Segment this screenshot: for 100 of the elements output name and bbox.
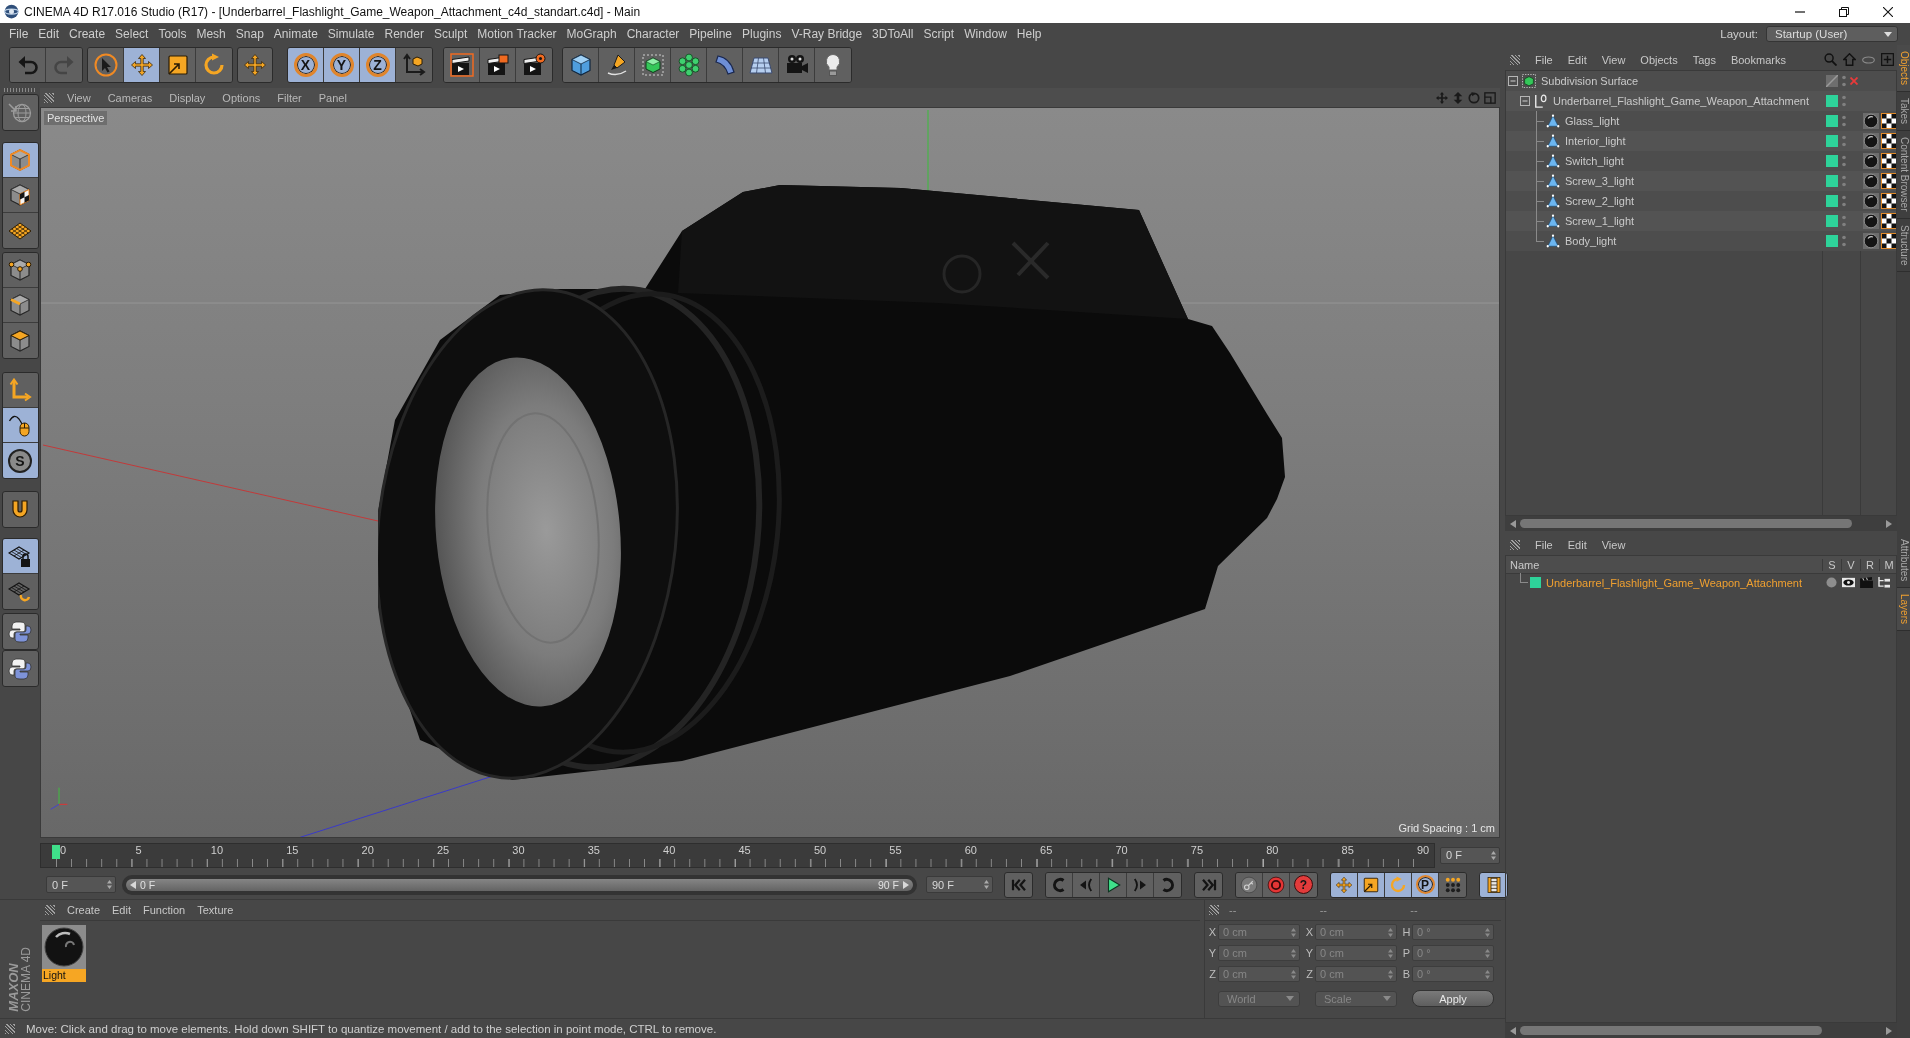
menu-item[interactable]: Options — [222, 91, 269, 104]
color-swatch-icon[interactable] — [1826, 135, 1838, 147]
orbit-icon[interactable] — [1468, 91, 1480, 104]
sphere-tag-icon[interactable] — [1863, 213, 1879, 229]
menu-item[interactable]: Mesh — [191, 27, 231, 41]
object-name[interactable]: Screw_1_light — [1565, 215, 1635, 227]
move-tool-button[interactable] — [124, 48, 160, 82]
start-frame-field[interactable]: 0 F — [46, 876, 116, 893]
workplane-mode-button[interactable] — [2, 213, 38, 248]
maximize-icon[interactable] — [1484, 91, 1496, 104]
scroll-left-icon[interactable] — [1510, 519, 1516, 528]
menu-item[interactable]: Pipeline — [684, 27, 738, 41]
color-swatch-icon[interactable] — [1826, 115, 1838, 127]
render-to-viewer-button[interactable] — [480, 48, 516, 82]
layout-dropdown[interactable]: Startup (User) — [1766, 26, 1898, 42]
layer-name[interactable]: Underbarrel_Flashlight_Game_Weapon_Attachment — [1546, 576, 1802, 589]
checker-tag-icon[interactable] — [1881, 193, 1896, 209]
scroll-right-icon[interactable] — [1886, 519, 1892, 528]
plus-square-icon[interactable] — [1881, 53, 1894, 66]
side-tab[interactable]: Layers — [1897, 588, 1910, 632]
checker-tag-icon[interactable] — [1881, 173, 1896, 189]
make-editable-button[interactable] — [1, 94, 39, 131]
stepper-icon[interactable] — [984, 880, 989, 889]
clapperboard-icon[interactable] — [1860, 577, 1873, 588]
object-name[interactable]: Subdivision Surface — [1541, 75, 1639, 87]
sphere-tag-icon[interactable] — [1863, 233, 1879, 249]
object-name[interactable]: Screw_3_light — [1565, 175, 1635, 187]
go-to-end-button[interactable] — [1194, 871, 1223, 898]
menu-item[interactable]: Edit — [33, 27, 65, 41]
go-to-start-button[interactable] — [1004, 871, 1033, 898]
cross-icon[interactable] — [1850, 77, 1858, 85]
side-tab[interactable]: Structure — [1897, 218, 1910, 273]
panel-grip-icon[interactable] — [4, 88, 36, 92]
python-script-button[interactable] — [1, 613, 39, 650]
material-tile[interactable]: Light — [42, 925, 86, 982]
horizontal-scrollbar[interactable] — [1505, 1023, 1897, 1038]
horizontal-scrollbar[interactable] — [1505, 516, 1897, 531]
checker-tag-icon[interactable] — [1881, 153, 1896, 169]
menu-item[interactable]: File — [4, 27, 34, 41]
record-key-button[interactable] — [1236, 872, 1263, 897]
dot-icon[interactable] — [1826, 577, 1837, 588]
left-arrow-icon[interactable] — [130, 880, 136, 889]
object-name[interactable]: Interior_light — [1565, 135, 1626, 147]
texture-mode-button[interactable] — [2, 178, 38, 213]
subdivision-surface-button[interactable] — [635, 48, 671, 82]
collapse-icon[interactable] — [1520, 96, 1530, 106]
menu-item[interactable]: Cameras — [107, 91, 161, 104]
menu-item[interactable]: 3DToAll — [867, 27, 919, 41]
render-settings-button[interactable] — [516, 48, 552, 82]
menu-item[interactable]: V-Ray Bridge — [786, 27, 868, 41]
menu-item[interactable]: Panel — [318, 91, 355, 104]
scroll-left-icon[interactable] — [1510, 1026, 1516, 1035]
undo-button[interactable] — [10, 48, 46, 82]
snap-button[interactable]: S — [2, 443, 38, 478]
key-rotation-button[interactable] — [1385, 872, 1412, 897]
tree-lines-icon[interactable] — [1878, 577, 1891, 588]
key-position-button[interactable] — [1331, 872, 1358, 897]
python-script-button[interactable] — [1, 650, 39, 687]
collapse-icon[interactable] — [1508, 76, 1518, 86]
sphere-tag-icon[interactable] — [1863, 113, 1879, 129]
axis-lock-button[interactable]: Y — [324, 48, 360, 82]
object-name[interactable]: Glass_light — [1565, 115, 1620, 127]
key-parameter-button[interactable]: P — [1412, 872, 1439, 897]
playhead-handle[interactable] — [52, 844, 60, 859]
tweak-mode-button[interactable] — [2, 408, 38, 443]
menu-item[interactable]: Snap — [230, 27, 269, 41]
visibility-dots-icon[interactable] — [1842, 235, 1846, 247]
live-selection-button[interactable] — [88, 48, 124, 82]
panel-grip-icon[interactable] — [1510, 539, 1520, 550]
panel-grip-icon[interactable] — [45, 905, 55, 915]
lock-workplane-button[interactable] — [2, 539, 38, 574]
menu-item[interactable]: Window — [959, 27, 1012, 41]
menu-item[interactable]: View — [67, 91, 99, 104]
visibility-dots-icon[interactable] — [1842, 155, 1846, 167]
model-mode-button[interactable] — [2, 143, 38, 178]
points-mode-button[interactable] — [2, 253, 38, 288]
menu-item[interactable]: Function — [143, 904, 186, 916]
visibility-dots-icon[interactable] — [1842, 95, 1846, 107]
color-swatch-icon[interactable] — [1826, 195, 1838, 207]
house-icon[interactable] — [1843, 53, 1856, 66]
menu-item[interactable]: Character — [621, 27, 685, 41]
oval-icon[interactable] — [1862, 55, 1875, 64]
menu-item[interactable]: Render — [379, 27, 429, 41]
color-swatch-icon[interactable] — [1826, 155, 1838, 167]
menu-item[interactable]: Help — [1011, 27, 1047, 41]
menu-item[interactable]: Simulate — [322, 27, 380, 41]
edges-mode-button[interactable] — [2, 288, 38, 323]
right-arrow-icon[interactable] — [903, 880, 909, 889]
vertical-arrows-icon[interactable] — [1452, 91, 1464, 104]
render-view-button[interactable] — [444, 48, 480, 82]
scroll-right-icon[interactable] — [1886, 1026, 1892, 1035]
menu-item[interactable]: Tags — [1692, 53, 1716, 66]
panel-grip-icon[interactable] — [1510, 54, 1520, 65]
panel-grip-icon[interactable] — [1209, 905, 1219, 915]
visibility-dots-icon[interactable] — [1842, 175, 1846, 187]
magnet-tool-button[interactable] — [1, 491, 39, 528]
panel-grip-icon[interactable] — [5, 1023, 15, 1034]
recent-tool-button[interactable] — [237, 47, 273, 83]
menu-item[interactable]: Objects — [1640, 53, 1678, 66]
color-swatch-icon[interactable] — [1826, 175, 1838, 187]
